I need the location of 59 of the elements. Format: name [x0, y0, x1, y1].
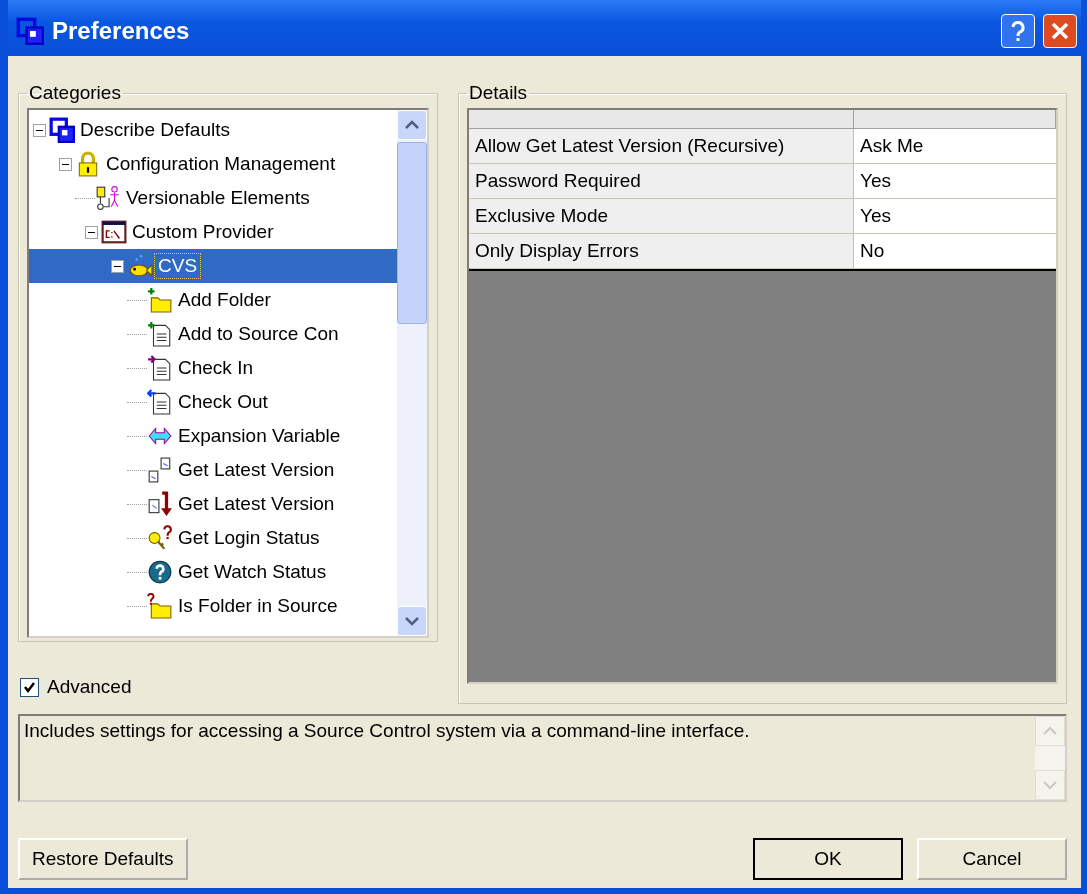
tree-item[interactable]: Describe Defaults	[29, 113, 397, 147]
close-button[interactable]	[1043, 14, 1077, 48]
folder-plus-icon	[147, 287, 173, 313]
checkbox-label: Advanced	[47, 676, 132, 698]
document-arrow-icon	[147, 389, 173, 415]
tree-item[interactable]: Is Folder in Source	[29, 589, 397, 623]
close-icon	[1050, 21, 1070, 41]
tree-item[interactable]: Get Login Status	[29, 521, 397, 555]
property-value[interactable]: No	[854, 234, 1056, 268]
collapse-button[interactable]	[85, 225, 98, 239]
advanced-checkbox[interactable]	[20, 677, 39, 697]
property-name: Allow Get Latest Version (Recursive)	[469, 129, 854, 163]
tree-item[interactable]: CVS	[29, 249, 397, 283]
tree-item[interactable]: Configuration Management	[29, 147, 397, 181]
tree-item[interactable]: Expansion Variable	[29, 419, 397, 453]
element-icon	[95, 185, 121, 211]
cancel-button[interactable]: Cancel	[917, 838, 1067, 880]
documents-icon	[147, 457, 173, 483]
tree-item[interactable]: Add to Source Con	[29, 317, 397, 351]
fish-icon	[127, 253, 153, 279]
description-text: Includes settings for accessing a Source Control system via a command-line interface.	[23, 719, 751, 743]
console-icon	[101, 219, 127, 245]
property-value[interactable]: Ask Me	[854, 129, 1056, 163]
tree-item[interactable]: Check In	[29, 351, 397, 385]
property-value[interactable]: Yes	[854, 199, 1056, 233]
folder-question-icon	[147, 593, 173, 619]
chevron-up-icon	[405, 120, 419, 130]
help-icon	[147, 559, 173, 585]
tree-item[interactable]: Check Out	[29, 385, 397, 419]
tree-item[interactable]: Add Folder	[29, 283, 397, 317]
tree-item[interactable]: Get Latest Version	[29, 487, 397, 521]
tree-item[interactable]: Get Latest Version	[29, 453, 397, 487]
help-button[interactable]	[1001, 14, 1035, 48]
property-name: Only Display Errors	[469, 234, 854, 268]
property-value[interactable]: Yes	[854, 164, 1056, 198]
tree-item[interactable]: Get Watch Status	[29, 555, 397, 589]
tree-item[interactable]: Custom Provider	[29, 215, 397, 249]
chevron-down-icon	[1043, 780, 1057, 790]
group-label: Categories	[28, 82, 122, 104]
help-icon	[1009, 19, 1027, 43]
chevron-down-icon	[405, 616, 419, 626]
checkmark-icon	[23, 680, 36, 694]
scrollbar[interactable]	[397, 110, 427, 636]
collapse-button[interactable]	[59, 157, 72, 171]
document-down-icon	[147, 491, 173, 517]
collapse-button[interactable]	[111, 259, 124, 273]
window-title: Preferences	[52, 17, 191, 45]
document-plus-icon	[147, 321, 173, 347]
chevron-up-icon	[1043, 726, 1057, 736]
tree-item[interactable]: Versionable Elements	[29, 181, 397, 215]
key-question-icon	[147, 525, 173, 551]
scroll-thumb[interactable]	[397, 142, 427, 324]
property-name: Password Required	[469, 164, 854, 198]
restore-defaults-button[interactable]: Restore Defaults	[18, 838, 188, 880]
collapse-button[interactable]	[33, 123, 46, 137]
property-name: Exclusive Mode	[469, 199, 854, 233]
ok-button[interactable]: OK	[753, 838, 903, 880]
document-arrow-icon	[147, 355, 173, 381]
group-label: Details	[468, 82, 529, 104]
